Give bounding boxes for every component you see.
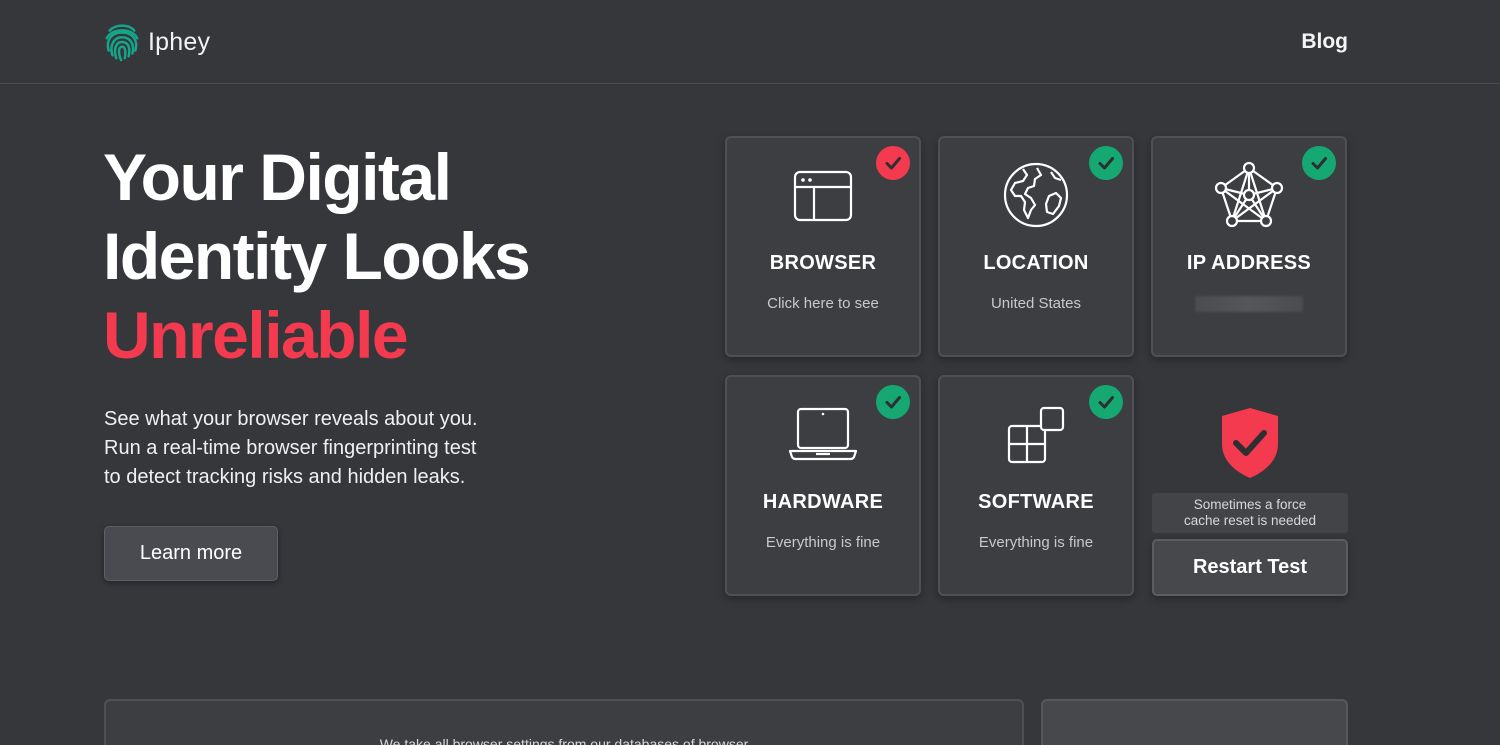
restart-test-button[interactable]: Restart Test xyxy=(1152,539,1348,596)
software-card[interactable]: SOFTWARE Everything is fine xyxy=(938,375,1134,596)
hero-desc-line-1: See what your browser reveals about you. xyxy=(104,408,478,430)
shield-check-icon xyxy=(1222,408,1278,478)
hero-title-line-2: Identity Looks xyxy=(103,219,531,293)
card-title: HARDWARE xyxy=(762,491,884,513)
hero-title-accent: Unreliable xyxy=(103,298,409,372)
card-title: SOFTWARE xyxy=(978,491,1094,513)
hero-desc-line-3: to detect tracking risks and hidden leak… xyxy=(104,466,466,488)
cache-reset-note-line-1: Sometimes a force xyxy=(1193,497,1307,512)
hero-desc-line-2: Run a real-time browser fingerprinting t… xyxy=(104,437,477,459)
hardware-card[interactable]: HARDWARE Everything is fine xyxy=(725,375,921,596)
ip-value-masked xyxy=(1195,296,1303,312)
globe-icon xyxy=(1003,162,1069,228)
apps-icon xyxy=(1007,406,1065,464)
info-panel: We take all browser settings from our da… xyxy=(104,699,1024,745)
ip-address-card[interactable]: IP ADDRESS xyxy=(1151,136,1347,357)
top-navbar: Iphey Blog xyxy=(0,0,1500,84)
hero-title-line-1: Your Digital xyxy=(103,140,452,214)
info-panel-text: We take all browser settings from our da… xyxy=(379,736,749,745)
network-icon xyxy=(1214,161,1284,228)
cache-reset-note: Sometimes a force cache reset is needed xyxy=(1152,493,1348,533)
nav-blog-link[interactable]: Blog xyxy=(1301,30,1348,54)
hero-description: See what your browser reveals about you.… xyxy=(104,405,524,492)
fingerprint-icon xyxy=(105,24,139,62)
browser-window-icon xyxy=(793,170,853,222)
card-subtitle: United States xyxy=(990,295,1082,312)
card-title: BROWSER xyxy=(769,252,877,274)
card-subtitle: Everything is fine xyxy=(978,534,1094,551)
card-subtitle[interactable]: Click here to see xyxy=(727,295,919,312)
cache-reset-note-line-2: cache reset is needed xyxy=(1183,513,1317,528)
side-panel xyxy=(1041,699,1348,745)
card-title: IP ADDRESS xyxy=(1186,252,1312,274)
card-title: LOCATION xyxy=(983,252,1089,274)
laptop-icon xyxy=(788,407,858,461)
location-card[interactable]: LOCATION United States xyxy=(938,136,1134,357)
logo[interactable]: Iphey xyxy=(103,22,210,62)
browser-card[interactable]: BROWSER Click here to see xyxy=(725,136,921,357)
learn-more-button[interactable]: Learn more xyxy=(104,526,278,581)
hero-title: Your Digital Identity Looks Unreliable xyxy=(103,138,531,375)
card-subtitle: Everything is fine xyxy=(765,534,881,551)
logo-text: Iphey xyxy=(148,27,211,56)
